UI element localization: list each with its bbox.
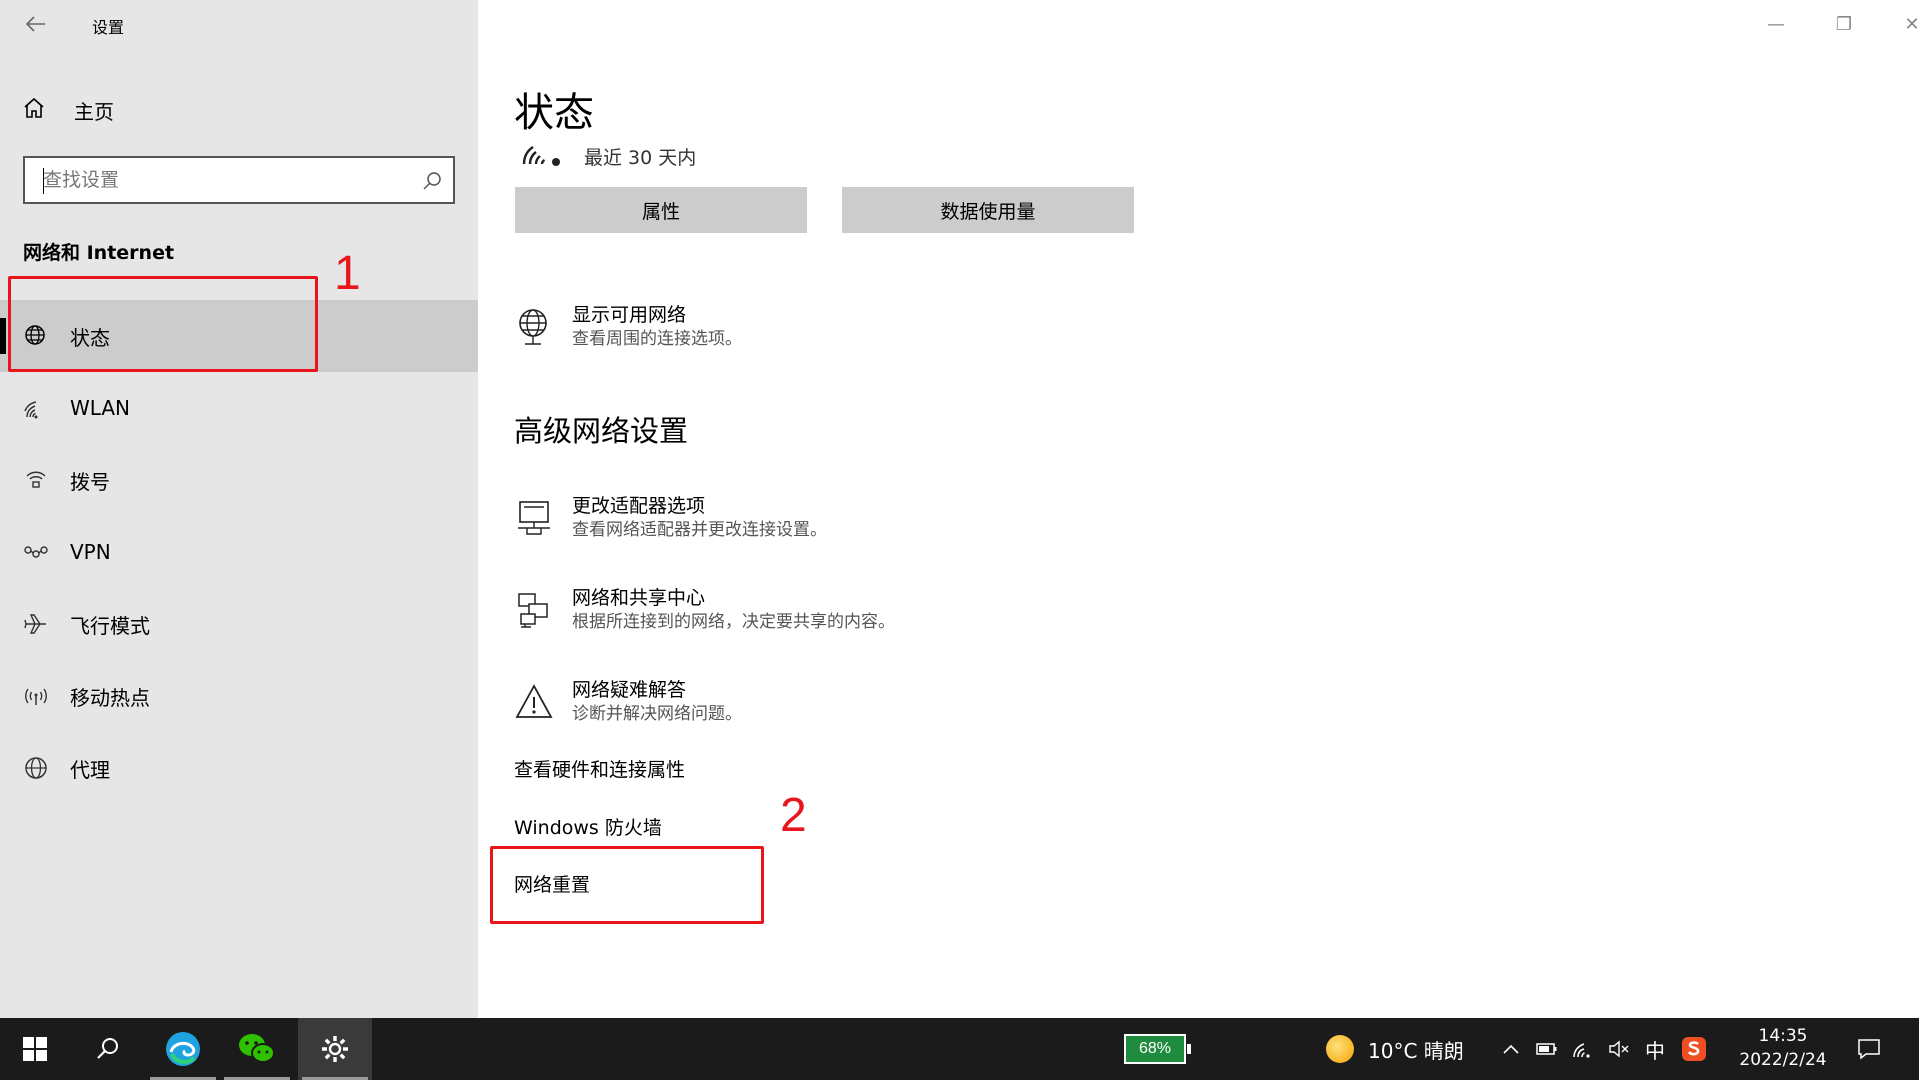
wifi-status-icon <box>522 140 562 172</box>
battery-indicator[interactable]: 68% <box>1124 1034 1191 1064</box>
volume-tray[interactable] <box>1602 1018 1636 1080</box>
firewall-link[interactable]: Windows 防火墙 <box>514 813 662 840</box>
search-icon[interactable] <box>421 170 443 196</box>
sidebar-item-airplane[interactable]: 飞行模式 <box>0 588 478 660</box>
ime-indicator[interactable]: 中 <box>1638 1018 1672 1080</box>
sidebar-item-wlan[interactable]: WLAN <box>0 372 478 444</box>
hotspot-icon <box>22 682 50 710</box>
edge-browser-icon <box>166 1032 200 1066</box>
wifi-icon <box>1573 1043 1590 1058</box>
sidebar-home[interactable]: 主页 <box>22 92 462 128</box>
start-button[interactable] <box>0 1018 70 1080</box>
annotation-number-2: 2 <box>780 789 807 842</box>
minimize-button[interactable]: — <box>1742 0 1810 48</box>
adapter-desc: 查看网络适配器并更改连接设置。 <box>572 520 827 540</box>
weather-text: 10°C 晴朗 <box>1368 1038 1464 1063</box>
page-title: 状态 <box>514 90 594 136</box>
taskbar-settings[interactable] <box>298 1018 372 1080</box>
taskbar-clock[interactable]: 14:35 2022/2/24 <box>1728 1024 1838 1072</box>
clock-time: 14:35 <box>1758 1026 1808 1046</box>
dialup-icon <box>22 466 50 494</box>
taskbar-wechat[interactable] <box>220 1018 294 1080</box>
advanced-heading: 高级网络设置 <box>514 414 689 448</box>
data-usage-button[interactable]: 数据使用量 <box>842 187 1134 233</box>
volume-muted-icon <box>1609 1040 1629 1058</box>
globe-icon <box>22 754 50 782</box>
show-networks-desc: 查看周围的连接选项。 <box>572 329 742 349</box>
vpn-icon <box>22 538 50 566</box>
taskbar-edge[interactable] <box>146 1018 220 1080</box>
adapter-icon <box>514 496 554 540</box>
app-title: 设置 <box>92 18 125 37</box>
sogou-icon <box>1682 1037 1706 1061</box>
wifi-icon <box>22 394 50 422</box>
network-tray[interactable] <box>1566 1018 1600 1080</box>
close-button[interactable]: ✕ <box>1878 0 1919 48</box>
sogou-ime-tray[interactable] <box>1676 1018 1712 1080</box>
warning-icon <box>514 680 554 724</box>
action-center-button[interactable] <box>1846 1018 1892 1080</box>
sharing-center-desc: 根据所连接到的网络，决定要共享的内容。 <box>572 612 895 632</box>
sidebar-item-hotspot[interactable]: 移动热点 <box>0 660 478 732</box>
home-label: 主页 <box>74 99 114 124</box>
battery-tray[interactable] <box>1530 1018 1564 1080</box>
annotation-box-2 <box>490 846 764 924</box>
search-icon <box>97 1038 118 1059</box>
back-arrow-icon[interactable] <box>22 10 50 38</box>
windows-logo-icon <box>23 1037 47 1061</box>
troubleshoot-desc: 诊断并解决网络问题。 <box>572 704 742 724</box>
show-networks-row[interactable]: 显示可用网络 查看周围的连接选项。 <box>514 303 742 351</box>
annotation-box-1 <box>8 276 318 372</box>
taskbar-search-button[interactable] <box>76 1018 140 1080</box>
adapter-options-row[interactable]: 更改适配器选项 查看网络适配器并更改连接设置。 <box>514 494 827 542</box>
sidebar-item-label: VPN <box>70 540 111 564</box>
sidebar-item-label: 代理 <box>70 757 110 782</box>
settings-window: 设置 主页 网络和 Internet 状态 <box>0 0 1919 1018</box>
annotation-number-1: 1 <box>334 247 361 300</box>
text-caret <box>43 168 44 194</box>
taskbar: 68% 10°C 晴朗 中 14:35 2022/2/24 <box>0 1018 1919 1080</box>
sun-icon <box>1326 1035 1354 1063</box>
sidebar-item-label: 移动热点 <box>70 685 150 710</box>
sidebar-item-label: 拨号 <box>70 469 110 494</box>
sidebar-item-dialup[interactable]: 拨号 <box>0 444 478 516</box>
sidebar-item-proxy[interactable]: 代理 <box>0 732 478 804</box>
sidebar-item-vpn[interactable]: VPN <box>0 516 478 588</box>
chevron-up-icon <box>1503 1044 1519 1054</box>
sidebar-item-label: WLAN <box>70 396 131 420</box>
battery-icon <box>1536 1043 1557 1055</box>
sidebar-item-label: 飞行模式 <box>70 613 150 638</box>
hardware-properties-link[interactable]: 查看硬件和连接属性 <box>514 755 685 782</box>
clock-date: 2022/2/24 <box>1739 1050 1827 1070</box>
globe-network-icon <box>514 305 554 349</box>
search-box[interactable] <box>23 156 455 204</box>
weather-widget[interactable]: 10°C 晴朗 <box>1326 1018 1464 1080</box>
gear-icon <box>322 1036 348 1062</box>
sharing-center-title: 网络和共享中心 <box>572 587 706 609</box>
connection-status: 最近 30 天内 <box>522 140 696 172</box>
wechat-icon <box>239 1034 275 1063</box>
adapter-title: 更改适配器选项 <box>572 495 706 517</box>
show-hidden-icons[interactable] <box>1494 1018 1528 1080</box>
search-input[interactable] <box>25 160 405 200</box>
maximize-button[interactable]: ❐ <box>1810 0 1878 48</box>
status-text: 最近 30 天内 <box>584 146 697 169</box>
sharing-center-row[interactable]: 网络和共享中心 根据所连接到的网络，决定要共享的内容。 <box>514 586 895 634</box>
home-icon <box>22 96 46 124</box>
sidebar: 设置 主页 网络和 Internet 状态 <box>0 0 478 1018</box>
show-networks-title: 显示可用网络 <box>572 304 687 326</box>
airplane-icon <box>22 610 50 638</box>
troubleshoot-row[interactable]: 网络疑难解答 诊断并解决网络问题。 <box>514 678 742 726</box>
sharing-center-icon <box>514 588 554 632</box>
section-title: 网络和 Internet <box>23 242 175 264</box>
sidebar-nav: 状态 WLAN 拨号 VPN 飞行模式 移动热点 代理 <box>0 300 478 804</box>
troubleshoot-title: 网络疑难解答 <box>572 679 687 701</box>
properties-button[interactable]: 属性 <box>515 187 807 233</box>
notification-icon <box>1858 1039 1880 1060</box>
